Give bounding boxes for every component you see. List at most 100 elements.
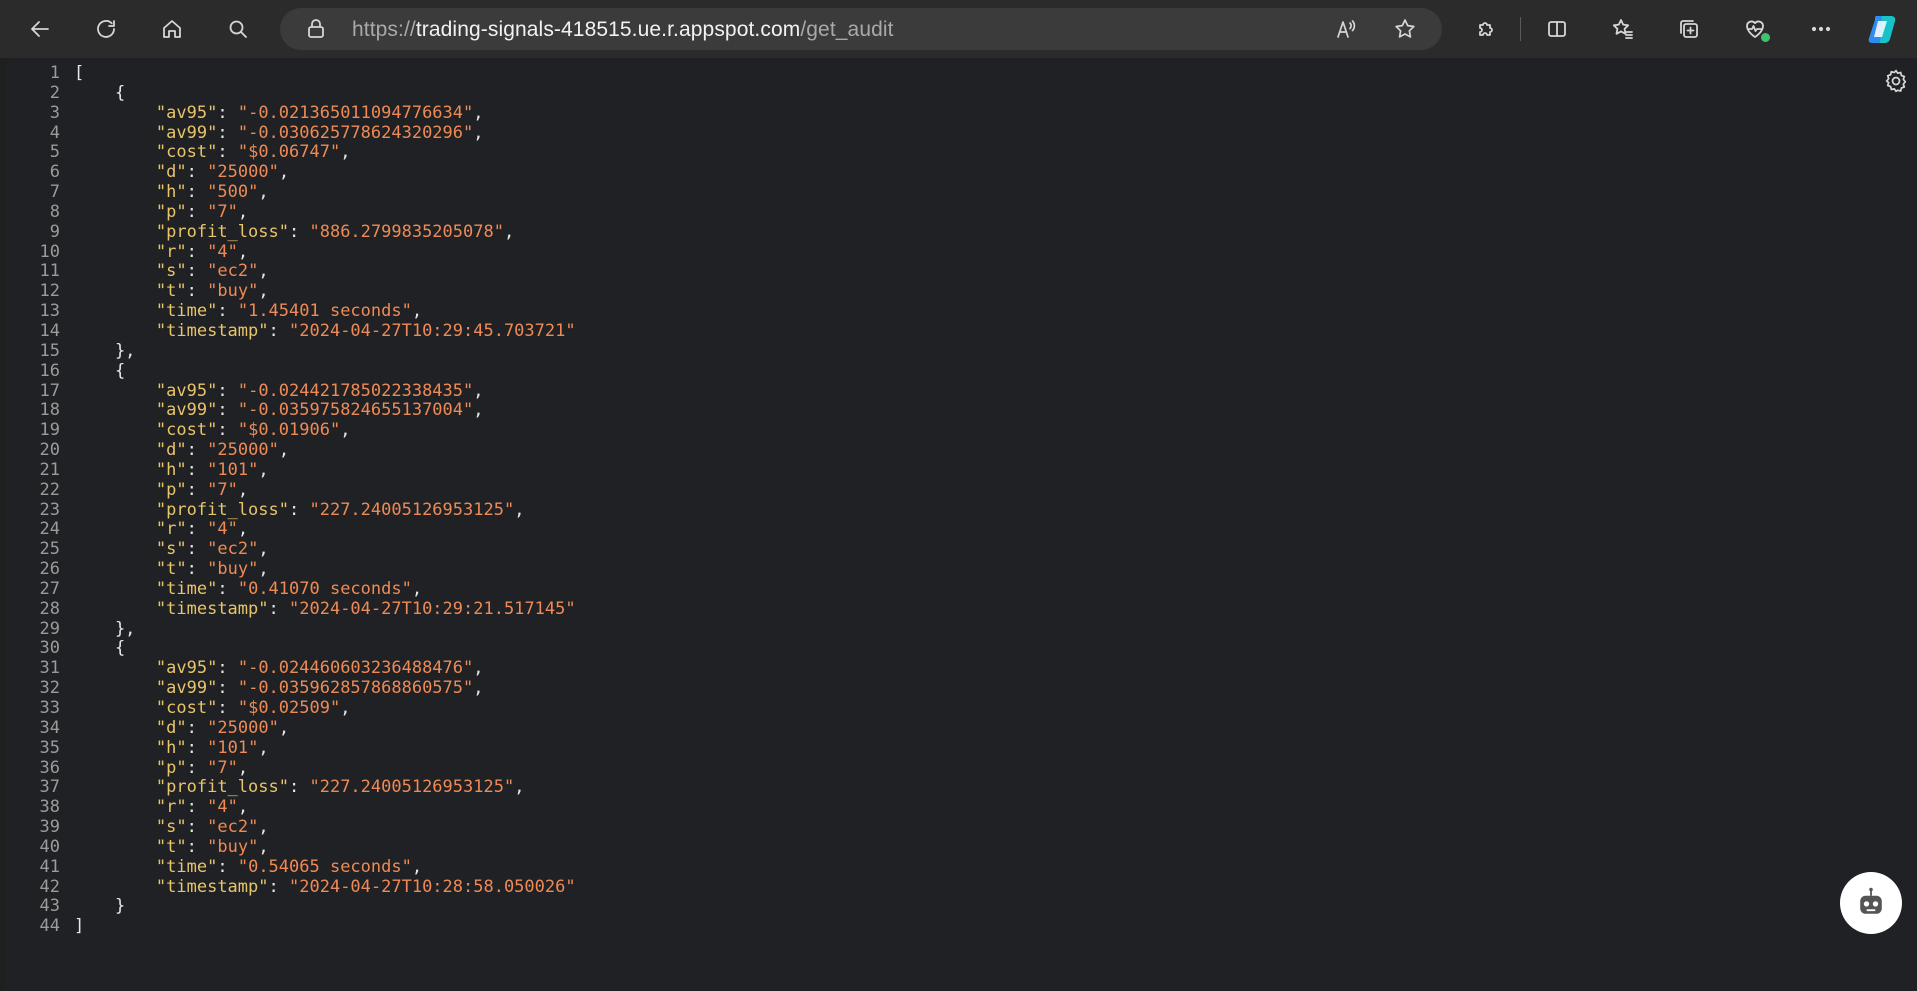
quote: ": [207, 420, 218, 441]
favorites-icon[interactable]: [1603, 9, 1643, 49]
line-number: 24: [39, 519, 60, 540]
code-line: 21 "h": "101",: [5, 460, 576, 481]
read-aloud-icon[interactable]: [1334, 17, 1358, 41]
code-line: 37 "profit_loss": "227.24005126953125",: [5, 777, 576, 798]
code-line: 31 "av95": "-0.024460603236488476",: [5, 658, 576, 679]
browser-toolbar: https://trading-signals-418515.ue.r.apps…: [0, 0, 1917, 58]
quote: ": [565, 876, 576, 897]
colon: :: [186, 261, 208, 282]
quote: ": [227, 241, 238, 262]
more-icon[interactable]: [1801, 9, 1841, 49]
line-text: "d": "25000",: [60, 162, 290, 183]
code-line: 6 "d": "25000",: [5, 162, 576, 183]
colon: :: [217, 658, 238, 679]
json-key: r: [166, 797, 177, 818]
bot-icon[interactable]: [1840, 872, 1902, 934]
comma: ,: [473, 380, 484, 401]
search-icon[interactable]: [218, 9, 258, 49]
code-line: 9 "profit_loss": "886.2799835205078",: [5, 221, 576, 243]
code-line: 4 "av99": "-0.030625778624320296",: [5, 122, 576, 144]
line-text: "h": "500",: [60, 182, 269, 203]
line-text: [: [60, 63, 84, 84]
colon: :: [217, 102, 238, 123]
browser-essentials-icon[interactable]: [1735, 9, 1775, 49]
split-screen-icon[interactable]: [1537, 9, 1577, 49]
line-number: 33: [39, 698, 60, 718]
json-key: time: [166, 856, 208, 877]
quote: ": [155, 717, 167, 738]
quote: ": [207, 261, 218, 282]
line-text: "p": "7",: [60, 758, 248, 779]
quote: ": [155, 698, 167, 718]
code-line: 29 },: [5, 619, 576, 640]
line-number: 4: [49, 122, 60, 143]
code-line: 12 "t": "buy",: [5, 281, 576, 302]
quote: ": [207, 201, 218, 222]
comma: ,: [258, 539, 269, 560]
json-key: time: [166, 578, 208, 599]
json-value: 7: [217, 201, 228, 222]
puzzle-icon[interactable]: [1466, 9, 1506, 49]
comma: ,: [237, 201, 249, 222]
json-key: p: [166, 479, 177, 500]
json-punctuation: },: [74, 340, 136, 361]
reload-icon[interactable]: [86, 9, 126, 49]
line-number: 41: [39, 856, 60, 877]
star-icon[interactable]: [1393, 17, 1417, 41]
gear-icon[interactable]: [1883, 68, 1909, 94]
json-key: av95: [166, 102, 208, 123]
code-line: 36 "p": "7",: [5, 758, 576, 779]
quote: ": [207, 142, 218, 163]
url-text[interactable]: https://trading-signals-418515.ue.r.apps…: [352, 18, 894, 42]
code-line: 19 "cost": "$0.01906",: [5, 420, 576, 441]
quote: ": [248, 836, 259, 857]
json-code: 1[2 {3 "av95": "-0.021365011094776634", 4…: [5, 63, 576, 937]
json-key: s: [166, 261, 177, 282]
line-text: "time": "0.41070 seconds",: [60, 578, 422, 600]
collections-icon[interactable]: [1669, 9, 1709, 49]
colon: :: [268, 598, 289, 619]
json-key: cost: [166, 420, 208, 441]
line-text: "cost": "$0.01906",: [60, 420, 351, 441]
json-key: profit_loss: [166, 221, 279, 242]
quote: ": [329, 698, 341, 718]
code-line: 33 "cost": "$0.02509",: [5, 698, 576, 719]
json-viewer: 1[2 {3 "av95": "-0.021365011094776634", 4…: [5, 58, 1917, 991]
colon: :: [217, 698, 238, 718]
json-value: $0.01906: [248, 420, 330, 441]
json-value: -0.024421785022338435: [248, 380, 464, 401]
code-line: 30 {: [5, 639, 576, 659]
json-value: -0.035962857868860575: [248, 678, 464, 699]
json-punctuation: }: [74, 896, 126, 917]
quote: ": [176, 162, 187, 183]
lock-icon[interactable]: [304, 17, 328, 41]
home-icon[interactable]: [152, 9, 192, 49]
code-line: 38 "r": "4",: [5, 797, 576, 818]
line-number: 35: [39, 737, 60, 758]
back-arrow-icon[interactable]: [20, 9, 60, 49]
line-number: 39: [39, 817, 60, 838]
line-text: "d": "25000",: [60, 440, 289, 461]
quote: ": [207, 559, 218, 580]
comma: ,: [278, 162, 290, 183]
comma: ,: [237, 479, 249, 500]
line-number: 3: [49, 102, 60, 123]
code-line: 10 "r": "4",: [5, 241, 576, 263]
json-value: 1.45401 seconds: [248, 301, 402, 322]
copilot-icon[interactable]: [1866, 12, 1900, 46]
quote: ": [237, 301, 249, 322]
code-line: 44]: [5, 916, 576, 937]
code-line: 3 "av95": "-0.021365011094776634",: [5, 102, 576, 124]
colon: :: [186, 241, 208, 262]
address-bar[interactable]: https://trading-signals-418515.ue.r.apps…: [280, 8, 1442, 50]
quote: ": [176, 201, 187, 222]
